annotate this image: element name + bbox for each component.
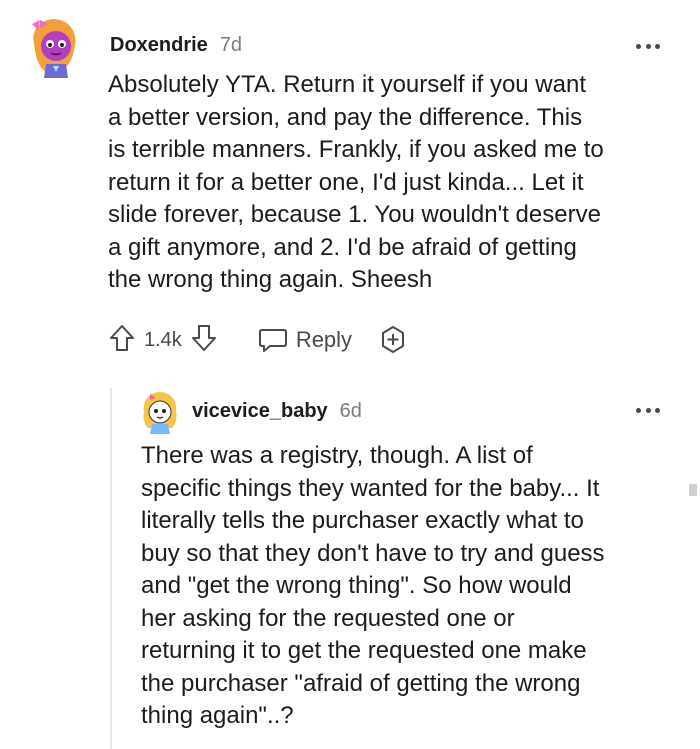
vote-score: 1.4k [144,328,182,351]
comment-actions: 1.4k Reply [108,322,408,358]
downvote-icon [191,324,216,351]
more-dots-icon [636,43,641,49]
comment-bubble-icon [258,329,287,352]
reply-label: Reply [295,327,353,352]
award-add-icon [382,326,405,353]
reply-header: vicevice_baby 6d [192,400,362,423]
award-button[interactable] [378,325,408,355]
comment-body: Absolutely YTA. Return it yourself if yo… [108,71,604,293]
thread-line[interactable] [110,388,112,749]
comment-age: 7d [219,34,243,56]
comment-header: Doxendrie 7d [110,34,242,57]
more-dots-icon [636,407,641,413]
snoo-avatar-purple-icon [32,19,76,78]
reply-more-options-button[interactable] [636,400,660,420]
upvote-icon [110,324,134,351]
vote-controls: 1.4k [108,323,218,358]
reply-avatar[interactable] [140,390,180,434]
upvote-button[interactable] [108,323,136,358]
scrollbar-thumb[interactable] [689,484,697,496]
reply-body: There was a registry, though. A list of … [141,442,605,729]
snoo-avatar-yellow-icon [143,392,177,434]
downvote-button[interactable] [190,323,218,358]
comment-author[interactable]: Doxendrie [110,34,208,57]
reply-button[interactable]: Reply [258,326,352,354]
more-options-button[interactable] [636,36,660,56]
comment-thread: Doxendrie 7d Absolutely YTA. Return it y… [0,0,700,749]
reply-age: 6d [339,400,362,422]
reply-author[interactable]: vicevice_baby [192,400,328,423]
user-avatar[interactable] [26,14,84,78]
